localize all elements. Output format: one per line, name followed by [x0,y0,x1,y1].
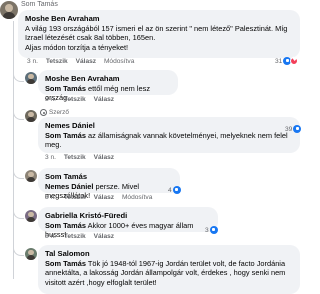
comment-time[interactable]: 3 n. [27,58,38,65]
comment-text: Izrael létezését csak 8al többen, 165en. [25,33,156,43]
reply-time[interactable]: 3 n. [45,194,56,201]
reaction-summary[interactable]: 31 [275,56,299,65]
mention-link[interactable]: Som Tamás [45,131,86,140]
mention-link[interactable]: Som Tamás [45,221,86,230]
reply-text: annektálta, a lakosság Jordán állampolgá… [45,268,286,278]
heart-icon [290,56,299,65]
like-icon [172,186,181,194]
author-rank-label: Szerző [49,109,69,116]
like-icon [293,125,302,133]
reply-author-name[interactable]: Gabriella Kristó-Füredi [45,211,211,221]
thread-connector [13,66,24,82]
reaction-count: 3 [205,226,209,234]
reaction-summary[interactable]: 39 [285,125,302,133]
comment-bubble: Moshe Ben Avraham A világ 193 országából… [18,10,300,58]
thread-connector [13,203,24,219]
like-button[interactable]: Tetszik [64,154,86,161]
reaction-summary[interactable]: 3 [205,226,218,234]
edited-label: Módosítva [103,58,135,65]
comment-author-name[interactable]: Moshe Ben Avraham [25,14,293,24]
reply-actions: 3 n. Tetszik Válasz [45,154,120,161]
avatar[interactable] [25,110,37,122]
reply-time[interactable]: 3 n. [45,233,56,240]
comment-author-header[interactable]: Som Tamás [21,1,58,8]
reply-text: Tök jó 1948-tól 1967-ig Jordán terület v… [85,258,286,268]
comment-text: Aljas módon torzítja a tényeket! [25,42,129,52]
reply-bubble: Som Tamás Nemes Dániel persze. Mivel meg… [38,168,180,200]
reply-actions: 3 n. Tetszik Válasz [45,233,120,240]
reply-button[interactable]: Válasz [94,96,115,103]
reply-bubble: Gabriella Kristó-Füredi Som Tamás Akkor … [38,207,218,239]
thread-connector [13,104,24,120]
reply-button[interactable]: Válasz [94,194,115,201]
reply-actions: 3 n. Tetszik Válasz [45,96,120,103]
reply-actions: 3 n. Tetszik Válasz Módosítva [45,194,158,201]
like-button[interactable]: Tetszik [64,194,86,201]
like-icon [209,226,218,234]
reply-text: meg. [45,140,62,150]
reply-text: az államiságnak vannak követelményei, me… [85,130,288,140]
reply-button[interactable]: Válasz [94,154,115,161]
like-button[interactable]: Tetszik [64,96,86,103]
comment-actions: 3 n. Tetszik Válasz Módosítva [27,58,140,65]
reply-time[interactable]: 3 n. [45,154,56,161]
reaction-summary[interactable]: 4 [168,186,181,194]
mention-link[interactable]: Som Tamás [45,84,86,93]
comment-text: A világ 193 országából 157 ismeri el az … [25,23,288,33]
avatar[interactable] [25,72,37,84]
reaction-count: 39 [285,125,293,133]
reply-time[interactable]: 3 n. [45,96,56,103]
reaction-count: 31 [275,57,283,65]
reply-button[interactable]: Válasz [76,58,97,65]
reply-author-name[interactable]: Nemes Dániel [45,121,293,131]
reply-author-name[interactable]: Moshe Ben Avraham [45,74,171,84]
reply-bubble: Tal Salomon Som Tamás Tök jó 1948-tól 19… [38,245,300,294]
avatar[interactable] [0,1,18,19]
thread-connector [13,163,24,179]
edited-label: Módosítva [121,194,153,201]
avatar[interactable] [25,170,37,182]
avatar[interactable] [25,248,37,260]
reaction-count: 4 [168,186,172,194]
mention-link[interactable]: Nemes Dániel [45,182,93,191]
reply-author-name[interactable]: Som Tamás [45,172,173,182]
like-button[interactable]: Tetszik [64,233,86,240]
avatar[interactable] [25,210,37,222]
reply-author-name[interactable]: Tal Salomon [45,249,293,259]
reply-button[interactable]: Válasz [94,233,115,240]
author-rank-badge: Szerző [40,109,69,116]
reply-bubble: Nemes Dániel Som Tamás az államiságnak v… [38,117,300,153]
thread-connector [13,240,24,256]
reply-bubble: Moshe Ben Avraham Som Tamás ettől még ne… [38,70,178,102]
mention-link[interactable]: Som Tamás [45,259,86,268]
reply-text: visitott azért ,hogy elfoglalt terület! [45,277,157,287]
like-button[interactable]: Tetszik [46,58,68,65]
author-rank-icon [40,109,47,116]
